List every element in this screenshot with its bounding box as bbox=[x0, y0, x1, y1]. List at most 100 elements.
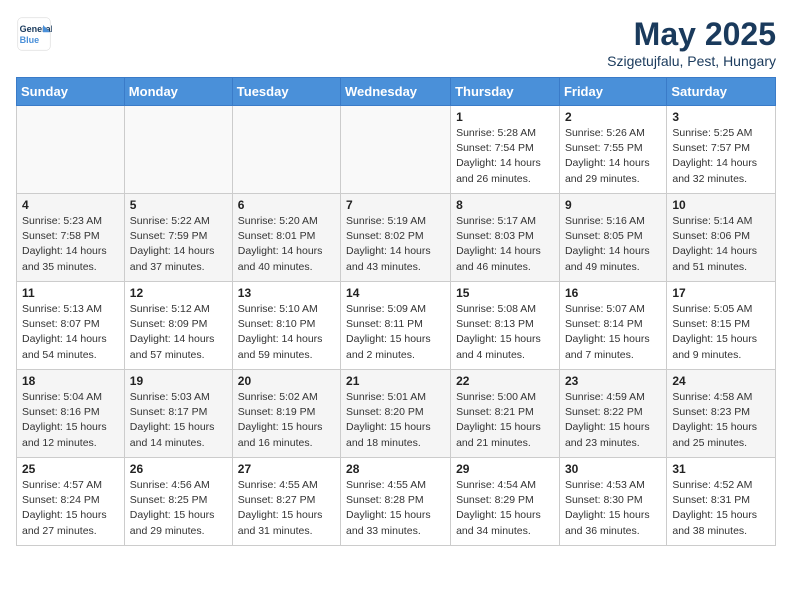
day-info: Sunrise: 5:19 AM Sunset: 8:02 PM Dayligh… bbox=[346, 214, 445, 275]
title-block: May 2025 Szigetujfalu, Pest, Hungary bbox=[607, 16, 776, 69]
day-number: 26 bbox=[130, 462, 227, 476]
day-info: Sunrise: 5:28 AM Sunset: 7:54 PM Dayligh… bbox=[456, 126, 554, 187]
location: Szigetujfalu, Pest, Hungary bbox=[607, 53, 776, 69]
day-info: Sunrise: 4:56 AM Sunset: 8:25 PM Dayligh… bbox=[130, 478, 227, 539]
day-info: Sunrise: 4:53 AM Sunset: 8:30 PM Dayligh… bbox=[565, 478, 661, 539]
calendar-cell: 22Sunrise: 5:00 AM Sunset: 8:21 PM Dayli… bbox=[451, 370, 560, 458]
calendar-cell: 24 Sunrise: 4:58 AM Sunset: 8:23 PM Dayli… bbox=[667, 370, 776, 458]
calendar-table: SundayMondayTuesdayWednesdayThursdayFrid… bbox=[16, 77, 776, 546]
day-number: 14 bbox=[346, 286, 445, 300]
day-number: 13 bbox=[238, 286, 335, 300]
day-number: 23 bbox=[565, 374, 661, 388]
day-info: Sunrise: 5:25 AM Sunset: 7:57 PM Dayligh… bbox=[672, 126, 770, 187]
calendar-week-row: 11Sunrise: 5:13 AM Sunset: 8:07 PM Dayli… bbox=[17, 282, 776, 370]
calendar-week-row: 18 Sunrise: 5:04 AM Sunset: 8:16 PM Dayli… bbox=[17, 370, 776, 458]
calendar-cell: 19 Sunrise: 5:03 AM Sunset: 8:17 PM Dayli… bbox=[124, 370, 232, 458]
calendar-cell: 6Sunrise: 5:20 AM Sunset: 8:01 PM Daylig… bbox=[232, 194, 340, 282]
day-info: Sunrise: 4:58 AM Sunset: 8:23 PM Dayligh… bbox=[672, 390, 770, 451]
calendar-week-row: 25 Sunrise: 4:57 AM Sunset: 8:24 PM Dayli… bbox=[17, 458, 776, 546]
calendar-cell: 30 Sunrise: 4:53 AM Sunset: 8:30 PM Dayli… bbox=[559, 458, 666, 546]
day-info: Sunrise: 4:52 AM Sunset: 8:31 PM Dayligh… bbox=[672, 478, 770, 539]
calendar-cell: 17Sunrise: 5:05 AM Sunset: 8:15 PM Dayli… bbox=[667, 282, 776, 370]
day-info: Sunrise: 4:54 AM Sunset: 8:29 PM Dayligh… bbox=[456, 478, 554, 539]
day-info: Sunrise: 5:09 AM Sunset: 8:11 PM Dayligh… bbox=[346, 302, 445, 363]
col-header-monday: Monday bbox=[124, 78, 232, 106]
day-info: Sunrise: 5:02 AM Sunset: 8:19 PM Dayligh… bbox=[238, 390, 335, 451]
calendar-cell: 28Sunrise: 4:55 AM Sunset: 8:28 PM Dayli… bbox=[341, 458, 451, 546]
col-header-wednesday: Wednesday bbox=[341, 78, 451, 106]
svg-text:Blue: Blue bbox=[20, 35, 40, 45]
day-info: Sunrise: 5:08 AM Sunset: 8:13 PM Dayligh… bbox=[456, 302, 554, 363]
day-info: Sunrise: 5:26 AM Sunset: 7:55 PM Dayligh… bbox=[565, 126, 661, 187]
calendar-cell: 11Sunrise: 5:13 AM Sunset: 8:07 PM Dayli… bbox=[17, 282, 125, 370]
day-number: 4 bbox=[22, 198, 119, 212]
day-info: Sunrise: 4:55 AM Sunset: 8:27 PM Dayligh… bbox=[238, 478, 335, 539]
day-info: Sunrise: 4:57 AM Sunset: 8:24 PM Dayligh… bbox=[22, 478, 119, 539]
calendar-cell: 20 Sunrise: 5:02 AM Sunset: 8:19 PM Dayli… bbox=[232, 370, 340, 458]
calendar-cell: 27 Sunrise: 4:55 AM Sunset: 8:27 PM Dayli… bbox=[232, 458, 340, 546]
calendar-week-row: 4 Sunrise: 5:23 AM Sunset: 7:58 PM Daylig… bbox=[17, 194, 776, 282]
calendar-cell: 26 Sunrise: 4:56 AM Sunset: 8:25 PM Dayli… bbox=[124, 458, 232, 546]
calendar-cell: 13 Sunrise: 5:10 AM Sunset: 8:10 PM Dayli… bbox=[232, 282, 340, 370]
col-header-saturday: Saturday bbox=[667, 78, 776, 106]
calendar-cell: 29Sunrise: 4:54 AM Sunset: 8:29 PM Dayli… bbox=[451, 458, 560, 546]
calendar-cell: 21 Sunrise: 5:01 AM Sunset: 8:20 PM Dayli… bbox=[341, 370, 451, 458]
day-number: 25 bbox=[22, 462, 119, 476]
day-info: Sunrise: 5:23 AM Sunset: 7:58 PM Dayligh… bbox=[22, 214, 119, 275]
calendar-cell: 25 Sunrise: 4:57 AM Sunset: 8:24 PM Dayli… bbox=[17, 458, 125, 546]
day-number: 10 bbox=[672, 198, 770, 212]
col-header-thursday: Thursday bbox=[451, 78, 560, 106]
day-info: Sunrise: 5:16 AM Sunset: 8:05 PM Dayligh… bbox=[565, 214, 661, 275]
day-number: 16 bbox=[565, 286, 661, 300]
calendar-cell: 31 Sunrise: 4:52 AM Sunset: 8:31 PM Dayli… bbox=[667, 458, 776, 546]
day-info: Sunrise: 5:03 AM Sunset: 8:17 PM Dayligh… bbox=[130, 390, 227, 451]
calendar-cell: 8 Sunrise: 5:17 AM Sunset: 8:03 PM Daylig… bbox=[451, 194, 560, 282]
calendar-cell: 5 Sunrise: 5:22 AM Sunset: 7:59 PM Daylig… bbox=[124, 194, 232, 282]
day-number: 21 bbox=[346, 374, 445, 388]
calendar-week-row: 1 Sunrise: 5:28 AM Sunset: 7:54 PM Daylig… bbox=[17, 106, 776, 194]
day-number: 11 bbox=[22, 286, 119, 300]
day-number: 2 bbox=[565, 110, 661, 124]
day-number: 24 bbox=[672, 374, 770, 388]
day-number: 5 bbox=[130, 198, 227, 212]
day-number: 6 bbox=[238, 198, 335, 212]
calendar-cell: 1 Sunrise: 5:28 AM Sunset: 7:54 PM Daylig… bbox=[451, 106, 560, 194]
calendar-cell: 7 Sunrise: 5:19 AM Sunset: 8:02 PM Daylig… bbox=[341, 194, 451, 282]
calendar-header-row: SundayMondayTuesdayWednesdayThursdayFrid… bbox=[17, 78, 776, 106]
day-info: Sunrise: 5:04 AM Sunset: 8:16 PM Dayligh… bbox=[22, 390, 119, 451]
day-info: Sunrise: 5:17 AM Sunset: 8:03 PM Dayligh… bbox=[456, 214, 554, 275]
day-number: 1 bbox=[456, 110, 554, 124]
day-number: 8 bbox=[456, 198, 554, 212]
day-info: Sunrise: 5:00 AM Sunset: 8:21 PM Dayligh… bbox=[456, 390, 554, 451]
day-number: 27 bbox=[238, 462, 335, 476]
day-info: Sunrise: 5:01 AM Sunset: 8:20 PM Dayligh… bbox=[346, 390, 445, 451]
calendar-cell: 4 Sunrise: 5:23 AM Sunset: 7:58 PM Daylig… bbox=[17, 194, 125, 282]
day-info: Sunrise: 5:12 AM Sunset: 8:09 PM Dayligh… bbox=[130, 302, 227, 363]
day-info: Sunrise: 4:59 AM Sunset: 8:22 PM Dayligh… bbox=[565, 390, 661, 451]
day-info: Sunrise: 5:22 AM Sunset: 7:59 PM Dayligh… bbox=[130, 214, 227, 275]
day-number: 7 bbox=[346, 198, 445, 212]
calendar-cell: 15 Sunrise: 5:08 AM Sunset: 8:13 PM Dayli… bbox=[451, 282, 560, 370]
calendar-cell: 14 Sunrise: 5:09 AM Sunset: 8:11 PM Dayli… bbox=[341, 282, 451, 370]
day-number: 9 bbox=[565, 198, 661, 212]
col-header-friday: Friday bbox=[559, 78, 666, 106]
day-info: Sunrise: 5:05 AM Sunset: 8:15 PM Dayligh… bbox=[672, 302, 770, 363]
day-number: 18 bbox=[22, 374, 119, 388]
day-number: 30 bbox=[565, 462, 661, 476]
day-info: Sunrise: 5:07 AM Sunset: 8:14 PM Dayligh… bbox=[565, 302, 661, 363]
day-number: 19 bbox=[130, 374, 227, 388]
day-number: 15 bbox=[456, 286, 554, 300]
month-title: May 2025 bbox=[607, 16, 776, 53]
calendar-cell: 9 Sunrise: 5:16 AM Sunset: 8:05 PM Daylig… bbox=[559, 194, 666, 282]
calendar-cell: 23 Sunrise: 4:59 AM Sunset: 8:22 PM Dayli… bbox=[559, 370, 666, 458]
calendar-cell: 18 Sunrise: 5:04 AM Sunset: 8:16 PM Dayli… bbox=[17, 370, 125, 458]
calendar-cell bbox=[232, 106, 340, 194]
calendar-cell bbox=[17, 106, 125, 194]
day-info: Sunrise: 5:10 AM Sunset: 8:10 PM Dayligh… bbox=[238, 302, 335, 363]
day-number: 28 bbox=[346, 462, 445, 476]
day-number: 20 bbox=[238, 374, 335, 388]
day-info: Sunrise: 5:14 AM Sunset: 8:06 PM Dayligh… bbox=[672, 214, 770, 275]
day-number: 31 bbox=[672, 462, 770, 476]
logo-icon: General Blue bbox=[16, 16, 52, 52]
calendar-cell bbox=[341, 106, 451, 194]
